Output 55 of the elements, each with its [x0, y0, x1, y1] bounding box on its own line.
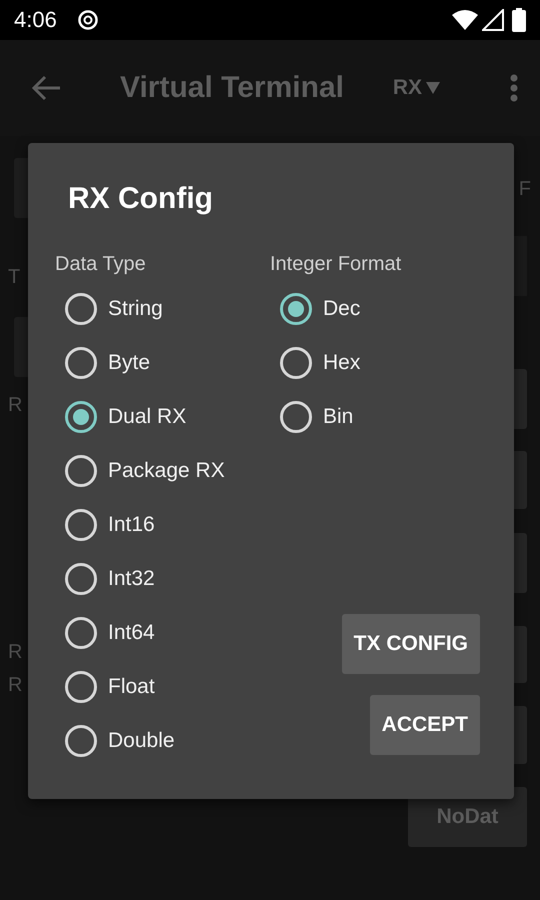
radio-button[interactable] [65, 725, 97, 757]
group-label: Integer Format [270, 252, 402, 277]
option-label: Byte [108, 351, 150, 375]
option-label: Bin [323, 405, 354, 429]
dialog-button[interactable]: ACCEPT [370, 695, 480, 755]
radio-button[interactable] [65, 509, 97, 541]
radio-button[interactable] [65, 293, 97, 325]
radio-option[interactable]: Int16 [55, 498, 270, 552]
option-label: Float [108, 675, 155, 699]
option-label: Int16 [108, 513, 155, 537]
radio-option[interactable]: Double [55, 714, 270, 768]
overflow-menu-icon[interactable] [510, 74, 518, 102]
radio-button[interactable] [280, 401, 312, 433]
radio-button[interactable] [65, 401, 97, 433]
option-label: Package RX [108, 459, 225, 483]
wifi-icon [452, 9, 478, 31]
status-time: 4:06 [14, 7, 57, 33]
radio-option[interactable]: Bin [270, 390, 480, 444]
radio-option[interactable]: Int64 [55, 606, 270, 660]
radio-option[interactable]: Byte [55, 336, 270, 390]
radio-button[interactable] [65, 455, 97, 487]
radio-option[interactable]: Hex [270, 336, 480, 390]
option-label: String [108, 297, 163, 321]
data-saver-icon [76, 9, 99, 31]
screen-title: Virtual Terminal [120, 71, 344, 105]
radio-option[interactable]: String [55, 282, 270, 336]
radio-button[interactable] [65, 563, 97, 595]
battery-icon [512, 8, 526, 32]
field-label: R [8, 394, 24, 416]
dropdown-triangle-icon[interactable] [426, 82, 440, 94]
group-label: Data Type [55, 252, 147, 277]
radio-option[interactable]: Int32 [55, 552, 270, 606]
dialog-title: RX Config [68, 181, 214, 217]
dialog-button[interactable]: TX CONFIG [342, 614, 480, 674]
option-label: Int64 [108, 621, 155, 645]
field-label: R [8, 641, 24, 663]
radio-option[interactable]: Dec [270, 282, 480, 336]
signal-icon [482, 9, 504, 31]
radio-button[interactable] [65, 617, 97, 649]
option-label: Dec [323, 297, 360, 321]
option-label: Dual RX [108, 405, 186, 429]
radio-button[interactable] [280, 347, 312, 379]
radio-button[interactable] [65, 671, 97, 703]
field-label: F [518, 178, 531, 201]
radio-button[interactable] [65, 347, 97, 379]
radio-option[interactable]: Float [55, 660, 270, 714]
back-arrow-icon[interactable] [32, 75, 62, 101]
field-label: R [8, 674, 24, 696]
option-label: Hex [323, 351, 360, 375]
option-label: Double [108, 729, 175, 753]
radio-button[interactable] [280, 293, 312, 325]
radio-option[interactable]: Dual RX [55, 390, 270, 444]
field-label: T [8, 266, 22, 288]
option-label: Int32 [108, 567, 155, 591]
radio-option[interactable]: Package RX [55, 444, 270, 498]
